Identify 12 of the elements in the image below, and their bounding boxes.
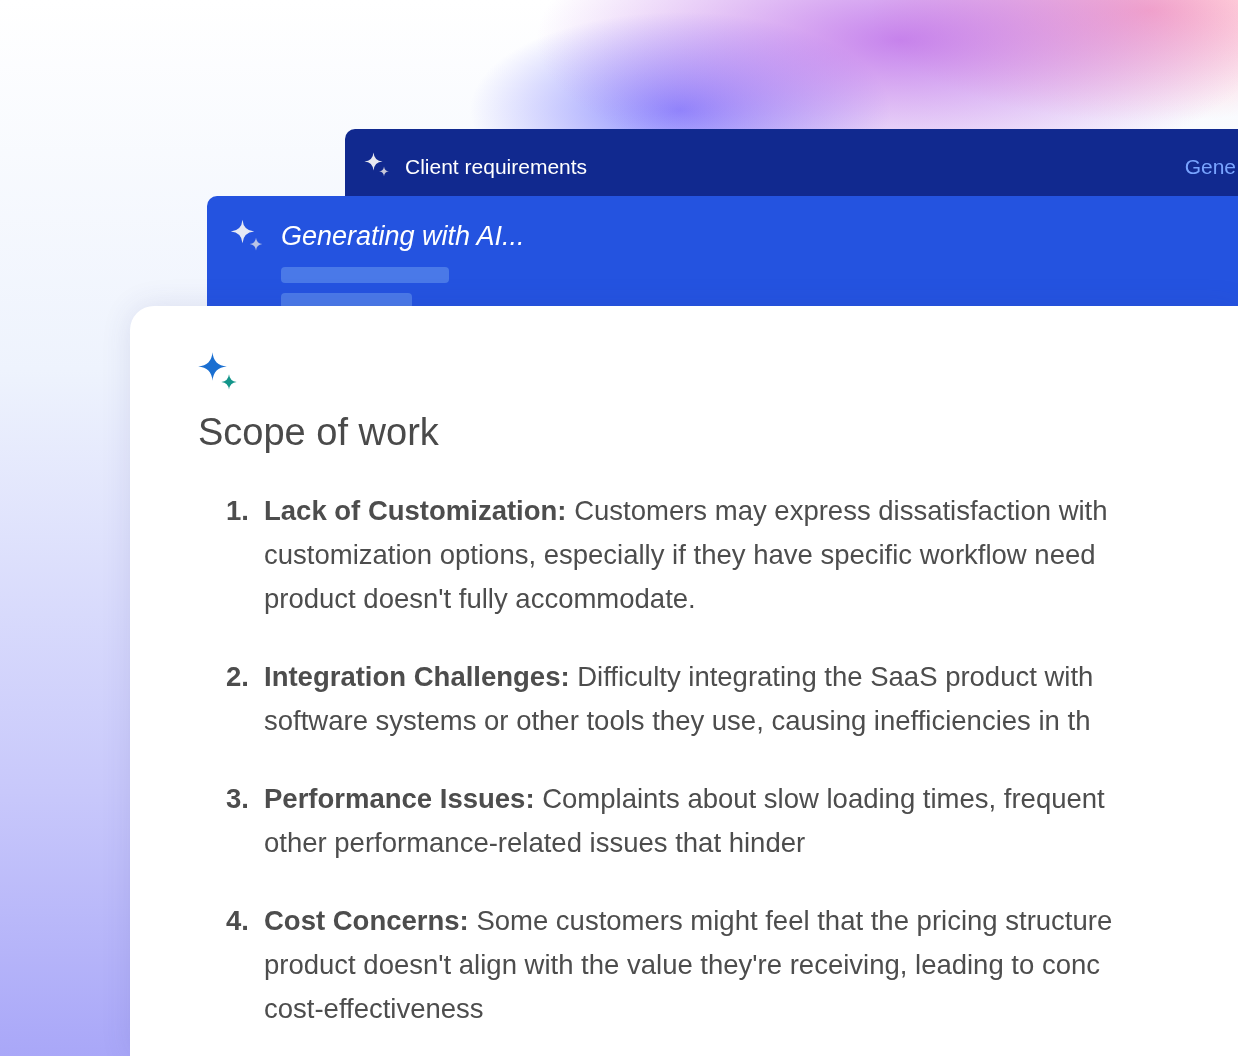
list-number: 3.	[226, 782, 250, 816]
document-title: Scope of work	[198, 410, 440, 455]
list-number: 4.	[226, 904, 250, 938]
list-number: 2.	[226, 660, 250, 694]
list-item-text: Lack of Customization: Customers may express dissatisfaction with customization options, especially if they have specific workflow need product doesn't fully accommodate.	[264, 494, 1108, 616]
status-text: Generating with AI...	[281, 220, 525, 253]
list-number: 1.	[226, 494, 250, 528]
list-item-text: Performance Issues: Complaints about slow loading times, frequent other performance-related issues that hinder	[264, 782, 1105, 860]
list-item-text: Integration Challenges: Difficulty integrating the SaaS product with software systems or other tools they use, causing inefficiencies in th	[264, 660, 1094, 738]
generate-link[interactable]: Gene	[1184, 151, 1236, 183]
panel-title: Client requirements	[405, 154, 588, 180]
list-item-text: Cost Concerns: Some customers might feel that the pricing structure product doesn't align with the value they're receiving, leading to conc cost-effectiveness	[264, 904, 1113, 1026]
